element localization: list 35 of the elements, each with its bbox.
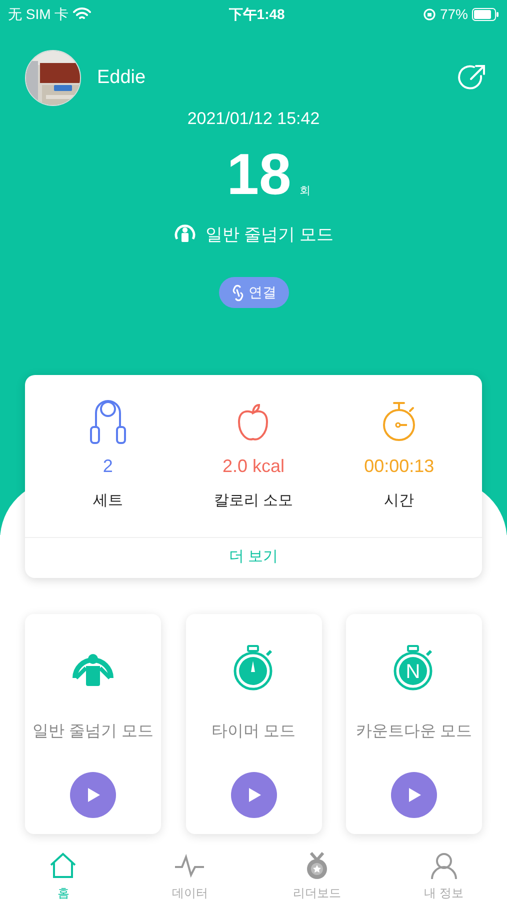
connect-button[interactable]: 연결 xyxy=(218,277,288,308)
battery-percent: 77% xyxy=(440,4,468,24)
mode-label: 일반 줄넘기 모드 xyxy=(32,722,154,742)
play-icon xyxy=(85,786,101,804)
play-icon xyxy=(406,786,422,804)
stat-value: 2.0 kcal xyxy=(222,455,284,478)
home-tab[interactable]: 홈 xyxy=(18,852,108,900)
mode-label: 타이머 모드 xyxy=(211,722,296,742)
play-button[interactable] xyxy=(391,772,437,818)
stat-label: 시간 xyxy=(384,491,414,511)
count-unit: 회 xyxy=(299,184,310,199)
wifi-icon xyxy=(72,7,91,21)
carrier-text: 无 SIM 卡 xyxy=(8,4,69,24)
stat-value: 2 xyxy=(102,455,113,478)
leaderboard-tab[interactable]: 리더보드 xyxy=(272,852,362,900)
person-icon xyxy=(430,852,458,880)
more-link[interactable]: 더 보기 xyxy=(25,536,482,578)
battery-icon xyxy=(472,8,499,20)
jump-count: 18 xyxy=(226,146,292,204)
profile-tab[interactable]: 내 정보 xyxy=(398,852,489,900)
home-icon xyxy=(49,852,78,880)
pulse-icon xyxy=(174,852,206,880)
session-datetime: 2021/01/12 15:42 xyxy=(187,108,320,130)
stat-label: 세트 xyxy=(92,491,123,511)
mode-label: 카운트다운 모드 xyxy=(356,722,472,742)
stat-label: 칼로리 소모 xyxy=(214,491,294,511)
user-name: Eddie xyxy=(97,66,146,90)
stat-value: 00:00:13 xyxy=(364,455,434,478)
link-icon xyxy=(230,284,244,302)
clock-text: 下午1:48 xyxy=(228,4,285,24)
play-button[interactable] xyxy=(230,772,276,818)
rotation-lock-icon xyxy=(422,8,436,20)
data-tab[interactable]: 데이터 xyxy=(145,852,236,900)
play-button[interactable] xyxy=(70,772,116,818)
current-mode: 일반 줄넘기 모드 xyxy=(205,224,334,246)
